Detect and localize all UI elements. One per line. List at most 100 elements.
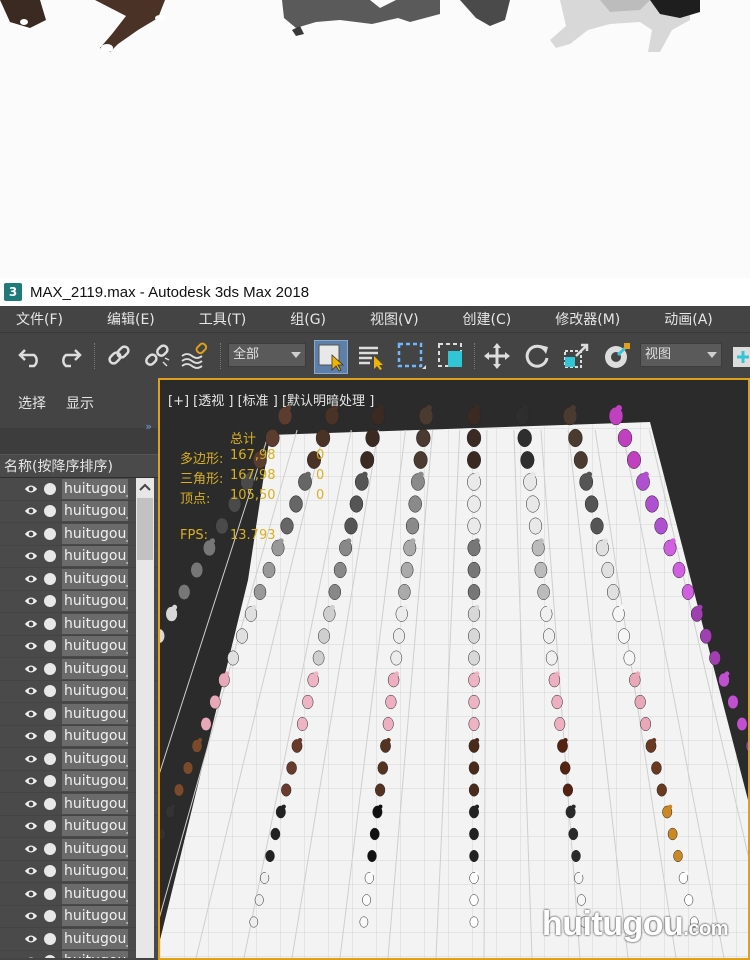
list-item[interactable]: huitugou_ [0,590,158,613]
list-item[interactable]: huitugou_ [0,478,158,501]
object-name[interactable]: huitugou_ [62,861,128,882]
list-item[interactable]: huitugou_ [0,770,158,793]
pivot-icon[interactable] [726,341,750,371]
list-item[interactable]: huitugou_ [0,793,158,816]
eye-icon[interactable] [24,549,38,563]
eye-icon[interactable] [24,527,38,541]
object-name[interactable]: huitugou_ [62,883,128,904]
list-item[interactable]: huitugou_ [0,815,158,838]
object-name[interactable]: huitugou_ [62,928,128,949]
object-name[interactable]: huitugou_ [62,681,128,702]
object-name[interactable]: huitugou_ [62,726,128,747]
scroll-up-icon[interactable] [136,478,154,496]
eye-icon[interactable] [24,954,38,958]
freeze-dot-icon[interactable] [44,910,56,923]
expand-chevron-icon[interactable]: » [145,420,152,433]
menu-views[interactable]: 视图(V) [370,309,419,329]
object-name[interactable]: huitugou_ [62,591,128,612]
object-name[interactable]: huitugou_ [62,703,128,724]
freeze-dot-icon[interactable] [44,617,56,630]
object-name[interactable]: huitugou_ [62,613,128,634]
freeze-dot-icon[interactable] [44,662,56,675]
redo-icon[interactable] [54,341,84,371]
unlink-icon[interactable] [142,341,172,371]
freeze-dot-icon[interactable] [44,820,56,833]
eye-icon[interactable] [24,774,38,788]
eye-icon[interactable] [24,909,38,923]
freeze-dot-icon[interactable] [44,865,56,878]
list-item[interactable]: huitugou_ [0,658,158,681]
object-name[interactable]: huitugou_ [62,658,128,679]
object-name[interactable]: huitugou_ [62,838,128,859]
freeze-dot-icon[interactable] [44,955,56,958]
freeze-dot-icon[interactable] [44,707,56,720]
rect-selection-region-icon[interactable] [396,341,426,371]
eye-icon[interactable] [24,864,38,878]
list-item[interactable]: huitugou_ [0,635,158,658]
object-name[interactable]: huitugou_ [62,906,128,927]
freeze-dot-icon[interactable] [44,775,56,788]
eye-icon[interactable] [24,684,38,698]
object-name[interactable]: huitugou_ [62,478,128,499]
eye-icon[interactable] [24,887,38,901]
select-by-name-icon[interactable] [356,341,386,371]
list-item[interactable]: huitugou_ [0,545,158,568]
eye-icon[interactable] [24,819,38,833]
object-name[interactable]: huitugou_ [62,636,128,657]
menu-edit[interactable]: 编辑(E) [107,309,155,329]
menu-modifiers[interactable]: 修改器(M) [555,309,620,329]
eye-icon[interactable] [24,707,38,721]
list-item[interactable]: huitugou_ [0,500,158,523]
list-item[interactable]: huitugou_ [0,838,158,861]
eye-icon[interactable] [24,594,38,608]
eye-icon[interactable] [24,729,38,743]
freeze-dot-icon[interactable] [44,932,56,945]
bind-space-warp-icon[interactable] [180,341,210,371]
menu-create[interactable]: 创建(C) [463,309,512,329]
viewport-label[interactable]: [+] [透视 ] [标准 ] [默认明暗处理 ] [168,390,374,409]
freeze-dot-icon[interactable] [44,730,56,743]
object-name[interactable]: huitugou_ [62,523,128,544]
eye-icon[interactable] [24,504,38,518]
object-name[interactable]: huitugou_ [62,771,128,792]
menu-group[interactable]: 组(G) [290,309,326,329]
name-column-header[interactable]: 名称(按降序排序) [0,454,158,478]
selection-filter-dropdown[interactable]: 全部 [228,343,306,367]
list-item[interactable]: huitugou_ [0,748,158,771]
object-name[interactable]: huitugou_ [62,951,128,958]
freeze-dot-icon[interactable] [44,505,56,518]
undo-icon[interactable] [16,341,46,371]
menu-file[interactable]: 文件(F) [16,309,63,329]
window-crossing-icon[interactable] [436,341,466,371]
eye-icon[interactable] [24,482,38,496]
freeze-dot-icon[interactable] [44,595,56,608]
eye-icon[interactable] [24,572,38,586]
freeze-dot-icon[interactable] [44,572,56,585]
perspective-viewport[interactable]: [+] [透视 ] [标准 ] [默认明暗处理 ] 总计 多边形: 167,98… [158,378,750,960]
eye-icon[interactable] [24,932,38,946]
object-name[interactable]: huitugou_ [62,568,128,589]
list-item[interactable]: huitugou_ [0,725,158,748]
object-name[interactable]: huitugou_ [62,816,128,837]
scale-icon[interactable] [562,341,592,371]
move-icon[interactable] [482,341,512,371]
list-item[interactable]: huitugou_ [0,568,158,591]
tab-select[interactable]: 选择 [18,393,46,413]
menu-animation[interactable]: 动画(A) [664,309,713,329]
list-item[interactable]: huitugou_ [0,950,158,958]
view-reference-dropdown[interactable]: 视图 [640,343,722,367]
eye-icon[interactable] [24,617,38,631]
eye-icon[interactable] [24,842,38,856]
freeze-dot-icon[interactable] [44,527,56,540]
eye-icon[interactable] [24,752,38,766]
list-item[interactable]: huitugou_ [0,613,158,636]
menu-tools[interactable]: 工具(T) [199,309,246,329]
link-icon[interactable] [104,341,134,371]
object-name[interactable]: huitugou_ [62,501,128,522]
list-scrollbar[interactable] [136,478,154,958]
eye-icon[interactable] [24,662,38,676]
eye-icon[interactable] [24,639,38,653]
freeze-dot-icon[interactable] [44,842,56,855]
eye-icon[interactable] [24,797,38,811]
object-name[interactable]: huitugou_ [62,748,128,769]
